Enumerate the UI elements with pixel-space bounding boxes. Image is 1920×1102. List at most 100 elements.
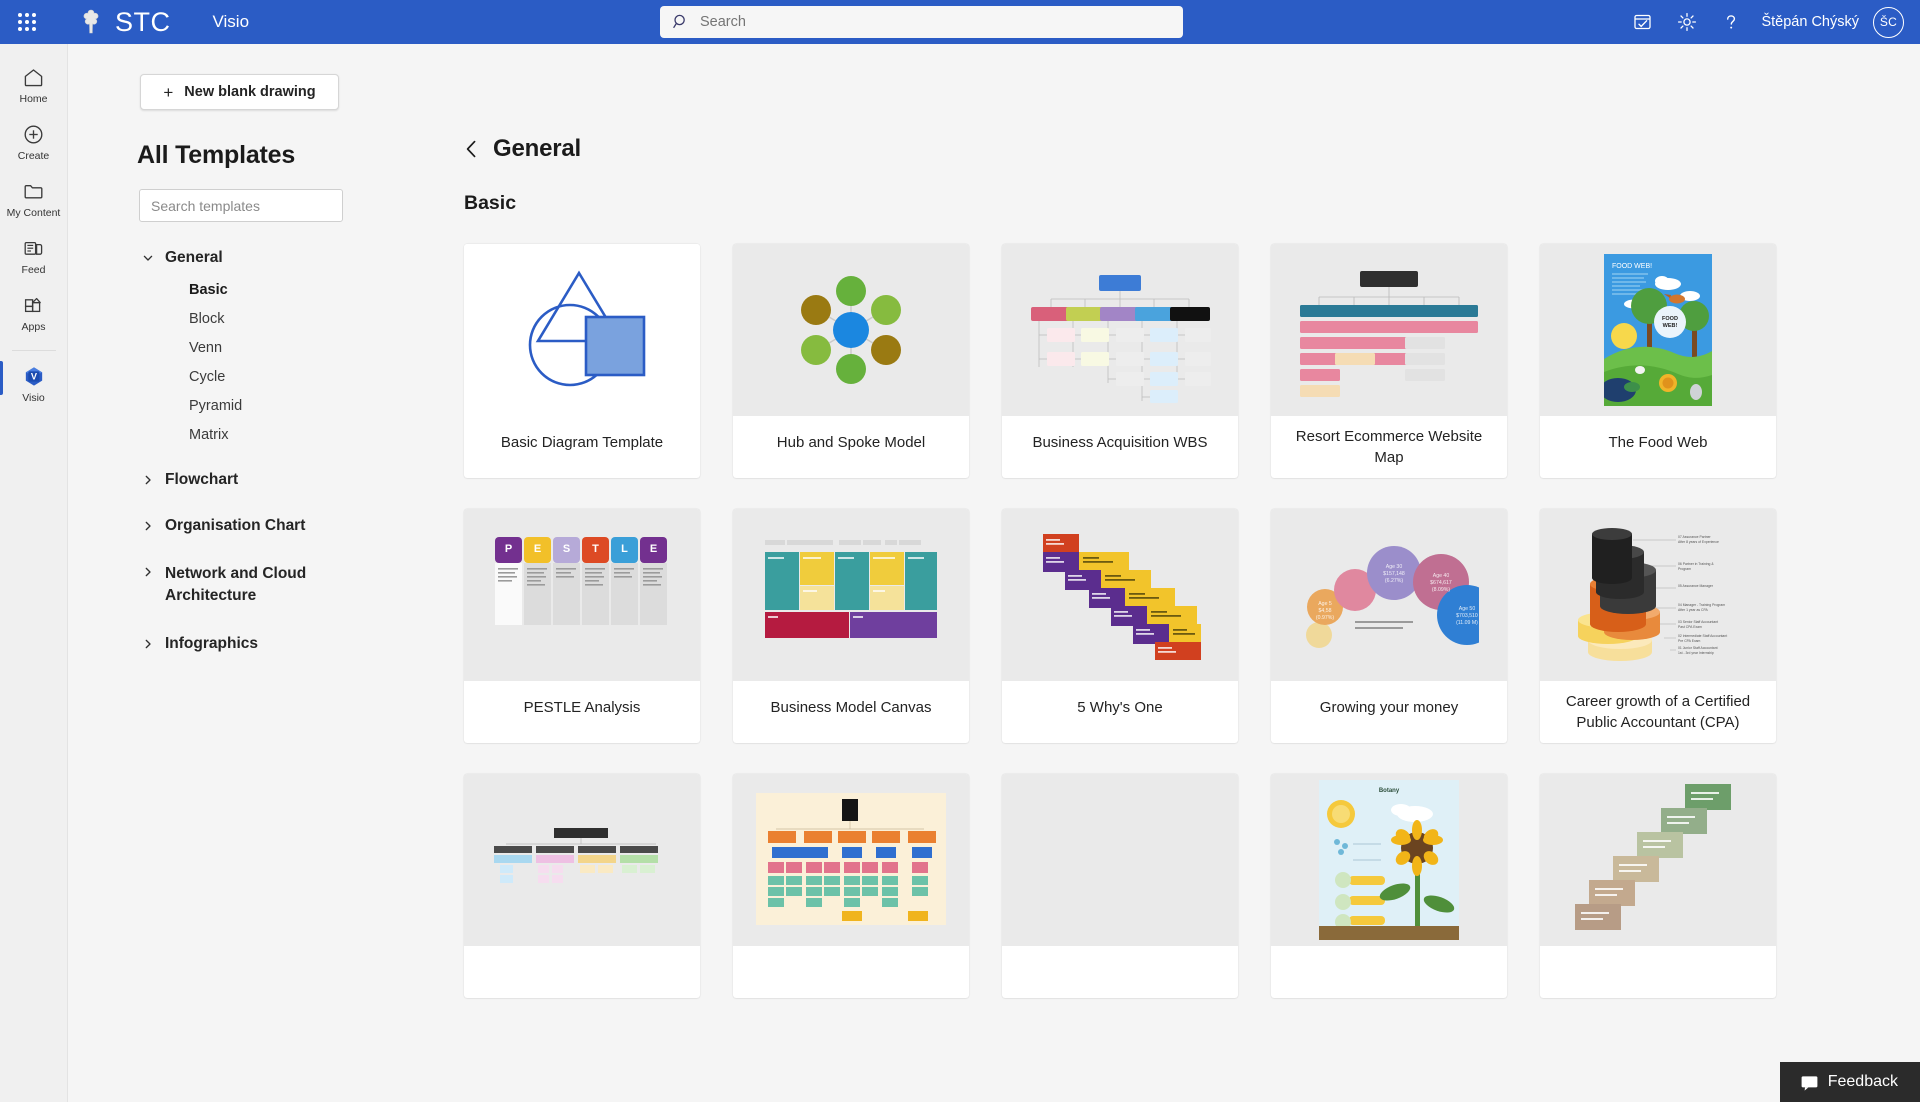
svg-text:(0.97%): (0.97%) <box>1316 615 1334 621</box>
pestle-letter: E <box>534 543 541 555</box>
section-title: Basic <box>464 192 517 214</box>
svg-text:(8.09%): (8.09%) <box>1432 587 1450 593</box>
pestle-letter: E <box>650 543 657 555</box>
svg-text:04 Manager - Training Program: 04 Manager - Training Program <box>1678 603 1725 607</box>
svg-text:Program: Program <box>1678 567 1691 571</box>
rail-item-create[interactable]: Create <box>0 115 68 167</box>
template-card-title: The Food Web <box>1608 433 1708 451</box>
tree-node-general[interactable]: General <box>69 241 419 275</box>
sitemap-thumb <box>1271 244 1507 416</box>
tree-child-matrix[interactable]: Matrix <box>69 420 419 449</box>
tree-node-organisation-chart[interactable]: Organisation Chart <box>69 509 419 543</box>
app-launcher-icon[interactable] <box>14 9 40 35</box>
template-card-row3-1[interactable] <box>464 774 700 998</box>
svg-text:V: V <box>30 371 37 381</box>
rail-item-home[interactable]: Home <box>0 58 68 110</box>
tree-node-flowchart[interactable]: Flowchart <box>69 463 419 497</box>
tree-child-cycle[interactable]: Cycle <box>69 362 419 391</box>
feedback-icon <box>1800 1073 1819 1092</box>
org-chart-small-thumb <box>464 774 700 946</box>
tree-child-block[interactable]: Block <box>69 304 419 333</box>
svg-text:01 Junior Staff Accountant: 01 Junior Staff Accountant <box>1678 646 1718 650</box>
template-card-title: Business Model Canvas <box>770 698 932 716</box>
template-card-row3-3[interactable] <box>1002 774 1238 998</box>
rail-label: My Content <box>6 207 61 219</box>
chevron-right-icon <box>142 474 154 486</box>
tree-node-network-and-cloud-architecture[interactable]: Network and Cloud Architecture <box>69 555 319 615</box>
chevron-right-icon <box>142 638 154 650</box>
tree-node-label: Flowchart <box>165 471 239 488</box>
food-web-title: FOOD WEB! <box>1612 263 1652 270</box>
svg-text:02 Intermediate Staff Accounta: 02 Intermediate Staff Accountant <box>1678 634 1727 638</box>
home-icon <box>22 65 46 89</box>
template-card-hub-and-spoke-model[interactable]: Hub and Spoke Model <box>733 244 969 478</box>
rail-item-apps[interactable]: Apps <box>0 286 68 338</box>
chevron-left-icon[interactable] <box>464 138 479 160</box>
global-search[interactable] <box>660 6 1183 38</box>
template-card-title: PESTLE Analysis <box>523 698 641 716</box>
avatar[interactable]: ŠC <box>1873 6 1904 38</box>
visio-icon: V <box>22 364 46 388</box>
template-card-title: Growing your money <box>1319 698 1459 716</box>
rail-divider <box>11 350 56 351</box>
pestle-columns-thumb: P E S T L E <box>464 509 700 681</box>
brand-label: STC <box>115 6 171 37</box>
pestle-letter: T <box>592 543 599 555</box>
tree-child-venn[interactable]: Venn <box>69 333 419 362</box>
template-search-input[interactable] <box>151 197 331 214</box>
green-stairs-thumb <box>1540 774 1776 946</box>
new-blank-drawing-label: New blank drawing <box>184 84 316 100</box>
template-card-row3-5[interactable] <box>1540 774 1776 998</box>
money-bubbles-thumb: Age 30 $157,148 (6.27%) Age 40 $674,617 (8.0… <box>1271 509 1507 681</box>
help-icon[interactable] <box>1709 0 1753 44</box>
plus-circle-icon <box>22 122 46 146</box>
search-input[interactable] <box>700 14 1171 30</box>
template-card-career-growth-cpa[interactable]: 07 Assurance Partner After 8 years of Exp… <box>1540 509 1776 743</box>
pestle-letter: P <box>505 543 512 555</box>
template-card-the-food-web[interactable]: FOOD WEB! FOOD WEB! The Food Web <box>1540 244 1776 478</box>
rail-item-visio[interactable]: V Visio <box>0 357 68 409</box>
tasks-icon[interactable] <box>1621 0 1665 44</box>
rail-item-my-content[interactable]: My Content <box>0 172 68 224</box>
template-card-row3-4[interactable]: Botany <box>1271 774 1507 998</box>
rail-label: Create <box>17 150 50 162</box>
template-card-title <box>1002 946 1238 998</box>
template-card-title <box>1271 946 1507 998</box>
search-icon <box>672 13 690 31</box>
gear-icon[interactable] <box>1665 0 1709 44</box>
app-name-label[interactable]: Visio <box>213 12 250 32</box>
template-card-title <box>464 946 700 998</box>
template-card-5-whys-one[interactable]: 5 Why's One <box>1002 509 1238 743</box>
apps-icon <box>22 293 46 317</box>
svg-text:$157,148: $157,148 <box>1383 571 1405 577</box>
new-blank-drawing-button[interactable]: + New blank drawing <box>140 74 339 110</box>
tree-child-pyramid[interactable]: Pyramid <box>69 391 419 420</box>
empty-thumb <box>1002 774 1238 946</box>
svg-text:07 Assurance Partner: 07 Assurance Partner <box>1678 535 1711 539</box>
brand-logo[interactable]: STC <box>76 7 171 38</box>
user-name-label[interactable]: Štěpán Chýský <box>1761 14 1859 30</box>
tree-child-basic[interactable]: Basic <box>69 275 419 304</box>
chevron-right-icon <box>142 520 154 532</box>
template-card-row3-2[interactable] <box>733 774 969 998</box>
template-search[interactable] <box>139 189 343 222</box>
breadcrumb[interactable]: General <box>464 135 1920 163</box>
template-card-pestle-analysis[interactable]: P E S T L E PESTLE Analysis <box>464 509 700 743</box>
food-web-bubble-line2: WEB! <box>1663 323 1678 329</box>
hub-spoke-thumb <box>733 244 969 416</box>
top-bar-actions: Štěpán Chýský ŠC <box>1621 0 1920 44</box>
breadcrumb-label: General <box>493 135 581 162</box>
template-card-business-acquisition-wbs[interactable]: Business Acquisition WBS <box>1002 244 1238 478</box>
svg-text:Age 5: Age 5 <box>1318 601 1332 607</box>
svg-text:$4,58: $4,58 <box>1319 608 1332 614</box>
template-card-business-model-canvas[interactable]: Business Model Canvas <box>733 509 969 743</box>
wbs-tree-thumb <box>1002 244 1238 416</box>
rail-item-feed[interactable]: Feed <box>0 229 68 281</box>
template-card-growing-your-money[interactable]: Age 30 $157,148 (6.27%) Age 40 $674,617 (8.0… <box>1271 509 1507 743</box>
feedback-button[interactable]: Feedback <box>1779 1062 1920 1102</box>
template-card-resort-ecommerce-website-map[interactable]: Resort Ecommerce Website Map <box>1271 244 1507 478</box>
tree-node-label: Organisation Chart <box>165 517 306 534</box>
template-card-basic-diagram-template[interactable]: Basic Diagram Template <box>464 244 700 478</box>
tree-node-infographics[interactable]: Infographics <box>69 627 419 661</box>
svg-text:Age 50: Age 50 <box>1459 606 1476 612</box>
